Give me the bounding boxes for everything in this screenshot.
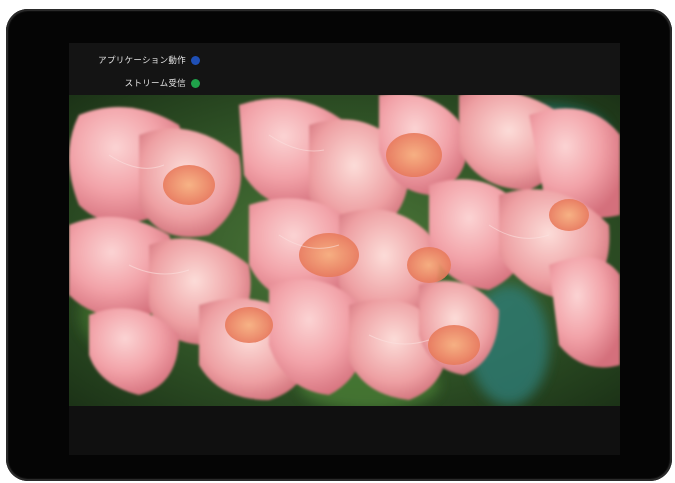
video-stream-view[interactable] bbox=[69, 95, 620, 406]
app-status-label: アプリケーション動作 bbox=[98, 56, 186, 66]
stream-status-label: ストリーム受信 bbox=[124, 79, 186, 89]
flower-image bbox=[69, 95, 620, 406]
app-status-indicator-icon bbox=[191, 55, 200, 65]
app-status-row: アプリケーション動作 bbox=[98, 53, 200, 67]
stream-status-row: ストリーム受信 bbox=[125, 76, 200, 90]
status-panel: アプリケーション動作 ストリーム受信 bbox=[69, 43, 620, 95]
stream-status-indicator-icon bbox=[191, 78, 200, 88]
bottom-bar bbox=[69, 406, 620, 455]
app-screen: アプリケーション動作 ストリーム受信 bbox=[69, 43, 620, 455]
tablet-frame: アプリケーション動作 ストリーム受信 bbox=[6, 9, 672, 481]
